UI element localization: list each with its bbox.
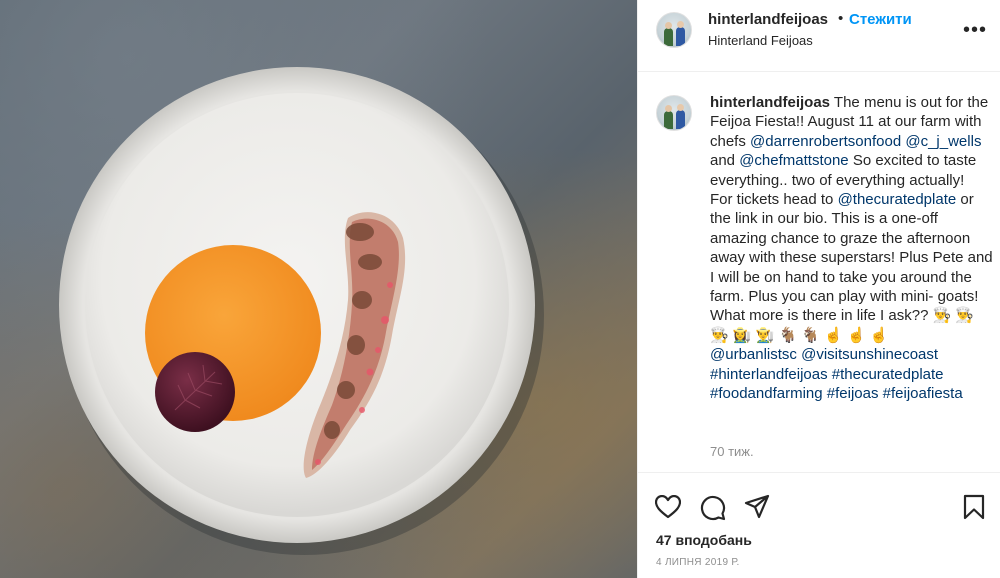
separator-dot: • xyxy=(838,10,844,27)
caption-timestamp[interactable]: 70 тиж. xyxy=(710,444,754,459)
caption-username[interactable]: hinterlandfeijoas xyxy=(710,94,830,111)
post-caption: hinterlandfeijoas The menu is out for th… xyxy=(710,93,995,404)
mention-link[interactable]: @visitsunshinecoast xyxy=(801,346,938,363)
mention-link[interactable]: @chefmattstone xyxy=(739,152,848,169)
mention-link[interactable]: @urbanlistsc xyxy=(710,346,797,363)
hashtag-link[interactable]: #foodandfarming xyxy=(710,385,823,402)
comment-icon[interactable] xyxy=(700,495,726,521)
post-photo[interactable] xyxy=(0,0,637,578)
post-date: 4 ЛИПНЯ 2019 Р. xyxy=(656,557,740,568)
hashtag-link[interactable]: #thecuratedplate xyxy=(832,366,944,383)
caption-text: or the link in our bio. This is a one-of… xyxy=(710,191,993,344)
caption-text: and xyxy=(710,152,740,170)
avatar[interactable] xyxy=(656,12,692,48)
post-sidebar: hinterlandfeijoas • Стежити Hinterland F… xyxy=(637,0,1000,578)
caption-text: For tickets head to xyxy=(710,191,838,209)
heart-icon[interactable] xyxy=(655,495,681,519)
bookmark-icon[interactable] xyxy=(963,494,985,520)
more-dots-icon[interactable]: ••• xyxy=(963,19,987,42)
mention-link[interactable]: @darrenrobertsonfood xyxy=(750,133,901,150)
mention-link[interactable]: @thecuratedplate xyxy=(838,191,957,208)
follow-button[interactable]: Стежити xyxy=(849,11,912,28)
location-link[interactable]: Hinterland Feijoas xyxy=(708,33,813,48)
post-header: hinterlandfeijoas • Стежити Hinterland F… xyxy=(638,0,1000,72)
likes-count[interactable]: 47 вподобань xyxy=(656,532,752,548)
plated-dish-image xyxy=(59,67,544,555)
caption-avatar[interactable] xyxy=(656,95,692,131)
mention-link[interactable]: @c_j_wells xyxy=(905,133,981,150)
username-link[interactable]: hinterlandfeijoas xyxy=(708,11,828,28)
hashtag-link[interactable]: #feijoas xyxy=(827,385,879,402)
hashtag-link[interactable]: #hinterlandfeijoas xyxy=(710,366,828,383)
hashtag-link[interactable]: #feijoafiesta xyxy=(883,385,963,402)
paper-plane-icon[interactable] xyxy=(744,494,770,520)
